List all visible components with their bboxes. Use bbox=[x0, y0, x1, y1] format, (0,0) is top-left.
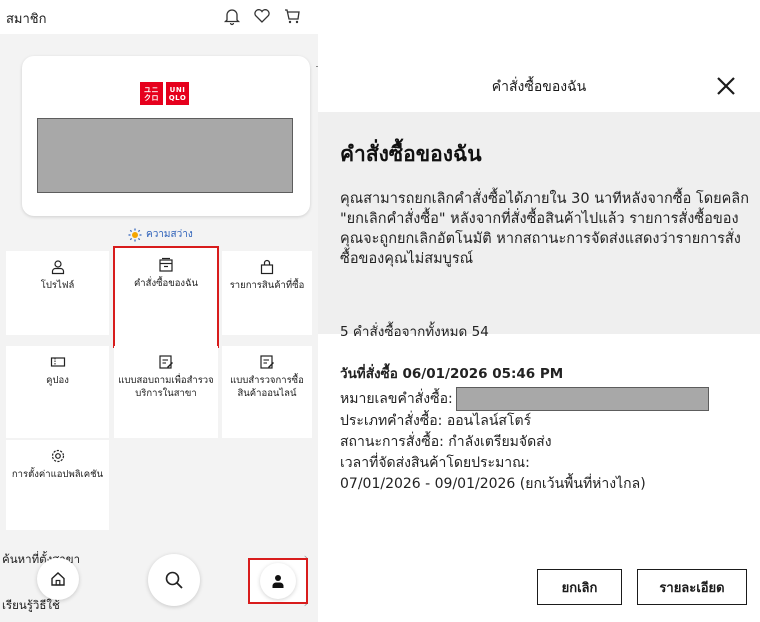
sun-icon bbox=[128, 228, 142, 241]
order-date: วันที่สั่งซื้อ 06/01/2026 05:46 PM bbox=[340, 366, 564, 382]
cancel-policy-text: คุณสามารถยกเลิกคำสั่งซื้อได้ภายใน 30 นาท… bbox=[340, 191, 749, 267]
member-button[interactable] bbox=[248, 558, 308, 604]
order-number-redacted bbox=[455, 387, 709, 411]
order-number-label: หมายเลขคำสั่งซื้อ: bbox=[340, 391, 453, 407]
brightness-toggle[interactable]: ความสว่าง bbox=[128, 227, 193, 242]
home-button[interactable] bbox=[37, 558, 79, 600]
top-bar: สมาชิก bbox=[0, 0, 318, 34]
person-icon bbox=[272, 575, 284, 588]
info-box: คำสั่งซื้อของฉัน คุณสามารถยกเลิกคำสั่งซื… bbox=[318, 112, 760, 334]
tile-label: คำสั่งซื้อของฉัน bbox=[133, 278, 199, 289]
order-status: สถานะการสั่งซื้อ: กำลังเตรียมจัดส่ง bbox=[340, 434, 552, 450]
bottom-navigation bbox=[0, 546, 318, 622]
heart-icon[interactable] bbox=[252, 6, 272, 26]
tile-my-orders[interactable]: คำสั่งซื้อของฉัน bbox=[113, 246, 219, 348]
tile-app-settings[interactable]: การตั้งค่าแอปพลิเคชัน bbox=[6, 440, 109, 530]
order-number-row: หมายเลขคำสั่งซื้อ: bbox=[340, 387, 760, 411]
bell-icon[interactable] bbox=[222, 6, 242, 26]
my-orders-modal: คำสั่งซื้อของฉัน คำสั่งซื้อของฉัน คุณสาม… bbox=[318, 58, 760, 622]
logo-latin: UNI QLO bbox=[166, 82, 189, 105]
tile-store-survey[interactable]: แบบสอบถามเพื่อสำรวจบริการในสาขา bbox=[114, 346, 218, 438]
tile-label: คูปอง bbox=[46, 375, 69, 386]
brightness-label: ความสว่าง bbox=[146, 229, 193, 240]
order-type: ประเภทคำสั่งซื้อ: ออนไลน์สโตร์ bbox=[340, 413, 532, 429]
tile-label: รายการสินค้าที่ซื้อ bbox=[229, 280, 305, 291]
order-count: 5 คำสั่งซื้อจากทั้งหมด 54 bbox=[340, 324, 489, 340]
home-icon bbox=[51, 572, 65, 586]
tile-purchased-items[interactable]: รายการสินค้าที่ซื้อ bbox=[222, 251, 312, 335]
uniqlo-logo: ユニ クロ UNI QLO bbox=[140, 82, 189, 105]
cancel-button[interactable]: ยกเลิก bbox=[537, 569, 622, 605]
profile-icon bbox=[51, 260, 64, 275]
search-icon bbox=[165, 571, 183, 589]
delivery-label: เวลาที่จัดส่งสินค้าโดยประมาณ: bbox=[340, 455, 530, 471]
survey-online-icon bbox=[260, 355, 274, 369]
modal-title: คำสั่งซื้อของฉัน bbox=[491, 79, 587, 95]
cart-icon[interactable] bbox=[282, 6, 302, 26]
member-barcode-redacted bbox=[37, 118, 293, 193]
member-circle bbox=[260, 563, 296, 599]
settings-gear-icon bbox=[51, 449, 64, 463]
delivery-range: 07/01/2026 - 09/01/2026 (ยกเว้นพื้นที่ห่… bbox=[340, 476, 646, 492]
order-summary: วันที่สั่งซื้อ 06/01/2026 05:46 PM หมายเ… bbox=[340, 364, 760, 495]
coupon-icon bbox=[50, 357, 65, 367]
close-icon[interactable] bbox=[714, 74, 738, 98]
tile-profile[interactable]: โปรไฟล์ bbox=[6, 251, 109, 335]
tile-online-survey[interactable]: แบบสำรวจการซื้อสินค้าออนไลน์ bbox=[222, 346, 312, 438]
modal-header: คำสั่งซื้อของฉัน bbox=[318, 58, 760, 112]
member-screen: สมาชิก ユニ クロ UNI QLO ความสว่าง โปรไฟล์ ค… bbox=[0, 0, 318, 622]
tile-label: แบบสำรวจการซื้อสินค้าออนไลน์ bbox=[230, 375, 304, 399]
tile-label: แบบสอบถามเพื่อสำรวจบริการในสาขา bbox=[118, 375, 214, 399]
details-button[interactable]: รายละเอียด bbox=[637, 569, 747, 605]
tile-label: การตั้งค่าแอปพลิเคชัน bbox=[11, 469, 104, 480]
page-heading: คำสั่งซื้อของฉัน bbox=[340, 142, 482, 166]
survey-icon bbox=[159, 355, 173, 369]
tile-coupon[interactable]: คูปอง bbox=[6, 346, 109, 438]
shopping-bag-icon bbox=[260, 259, 274, 275]
search-button[interactable] bbox=[148, 554, 200, 606]
order-box-icon bbox=[159, 257, 173, 272]
tile-label: โปรไฟล์ bbox=[40, 280, 75, 291]
logo-katakana: ユニ クロ bbox=[140, 82, 163, 105]
membership-card[interactable]: ユニ クロ UNI QLO bbox=[22, 56, 310, 216]
page-title: สมาชิก bbox=[6, 12, 47, 27]
